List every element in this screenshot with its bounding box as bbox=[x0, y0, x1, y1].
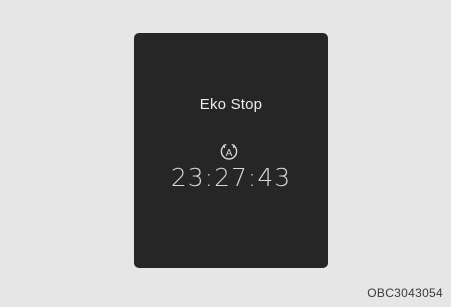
auto-stop-icon-letter: A bbox=[226, 148, 233, 159]
time-readout: 23:27:43 bbox=[170, 163, 292, 192]
figure-code-label: OBC3043054 bbox=[367, 286, 443, 300]
display-title: Eko Stop bbox=[199, 96, 263, 113]
cluster-display: Eko Stop A 23:27:43 bbox=[134, 33, 328, 268]
auto-stop-icon: A bbox=[220, 144, 238, 160]
